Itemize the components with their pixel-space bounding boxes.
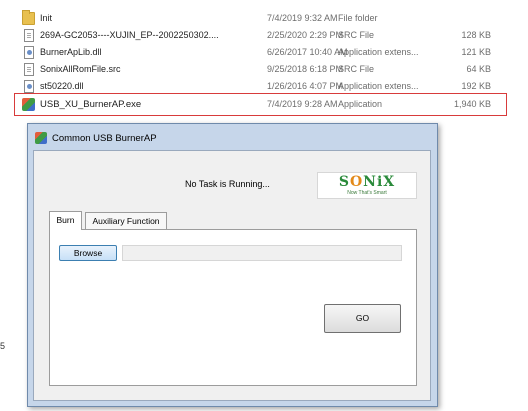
file-name: BurnerApLib.dll <box>40 47 102 57</box>
file-path-field[interactable] <box>122 245 402 261</box>
file-name: st50220.dll <box>40 81 84 91</box>
tab-label: Auxiliary Function <box>92 216 160 226</box>
file-row[interactable]: BurnerApLib.dll 6/26/2017 10:40 AM Appli… <box>0 44 528 61</box>
file-name: Init <box>40 13 53 23</box>
file-type: SRC File <box>338 30 375 40</box>
file-row[interactable]: SonixAllRomFile.src 9/25/2018 6:18 PM SR… <box>0 61 528 78</box>
title-bar[interactable]: Common USB BurnerAP <box>28 124 437 150</box>
file-type: Application extens... <box>338 47 419 57</box>
file-date: 1/26/2016 4:07 PM <box>267 81 344 91</box>
file-date: 9/25/2018 6:18 PM <box>267 64 344 74</box>
go-button[interactable]: GO <box>324 304 401 333</box>
file-type: Application extens... <box>338 81 419 91</box>
tab-burn[interactable]: Burn <box>49 211 82 230</box>
sonix-logo: SONiX Now That's Smart <box>317 172 417 199</box>
file-type: SRC File <box>338 64 375 74</box>
file-row[interactable]: Init 7/4/2019 9:32 AM File folder <box>0 10 528 27</box>
dll-icon <box>24 80 34 93</box>
browse-button[interactable]: Browse <box>59 245 117 261</box>
dialog-client-area: No Task is Running... SONiX Now That's S… <box>33 150 431 401</box>
file-type: File folder <box>338 13 378 23</box>
margin-glyph: 5 <box>0 341 6 351</box>
file-name: 269A-GC2053----XUJIN_EP--2002250302.... <box>40 30 219 40</box>
burn-tab-panel: Browse GO <box>49 229 417 386</box>
file-size: 64 KB <box>466 64 491 74</box>
document-icon <box>24 29 34 42</box>
window-title: Common USB BurnerAP <box>52 133 157 144</box>
folder-icon <box>22 10 35 25</box>
file-date: 2/25/2020 2:29 PM <box>267 30 344 40</box>
file-date: 7/4/2019 9:32 AM <box>267 13 338 23</box>
tab-auxiliary-function[interactable]: Auxiliary Function <box>85 212 167 229</box>
tab-label: Burn <box>56 215 75 225</box>
highlight-box <box>14 93 507 116</box>
file-name: SonixAllRomFile.src <box>40 64 121 74</box>
file-row[interactable]: 269A-GC2053----XUJIN_EP--2002250302.... … <box>0 27 528 44</box>
file-size: 128 KB <box>461 30 491 40</box>
file-size: 192 KB <box>461 81 491 91</box>
file-size: 121 KB <box>461 47 491 57</box>
document-icon <box>24 63 34 76</box>
file-date: 6/26/2017 10:40 AM <box>267 47 348 57</box>
status-text: No Task is Running... <box>185 179 270 189</box>
app-icon <box>35 132 47 144</box>
logo-tagline: Now That's Smart <box>347 190 387 196</box>
burner-dialog: Common USB BurnerAP No Task is Running..… <box>27 123 438 407</box>
logo-wordmark: SONiX <box>338 174 396 190</box>
dll-icon <box>24 46 34 59</box>
